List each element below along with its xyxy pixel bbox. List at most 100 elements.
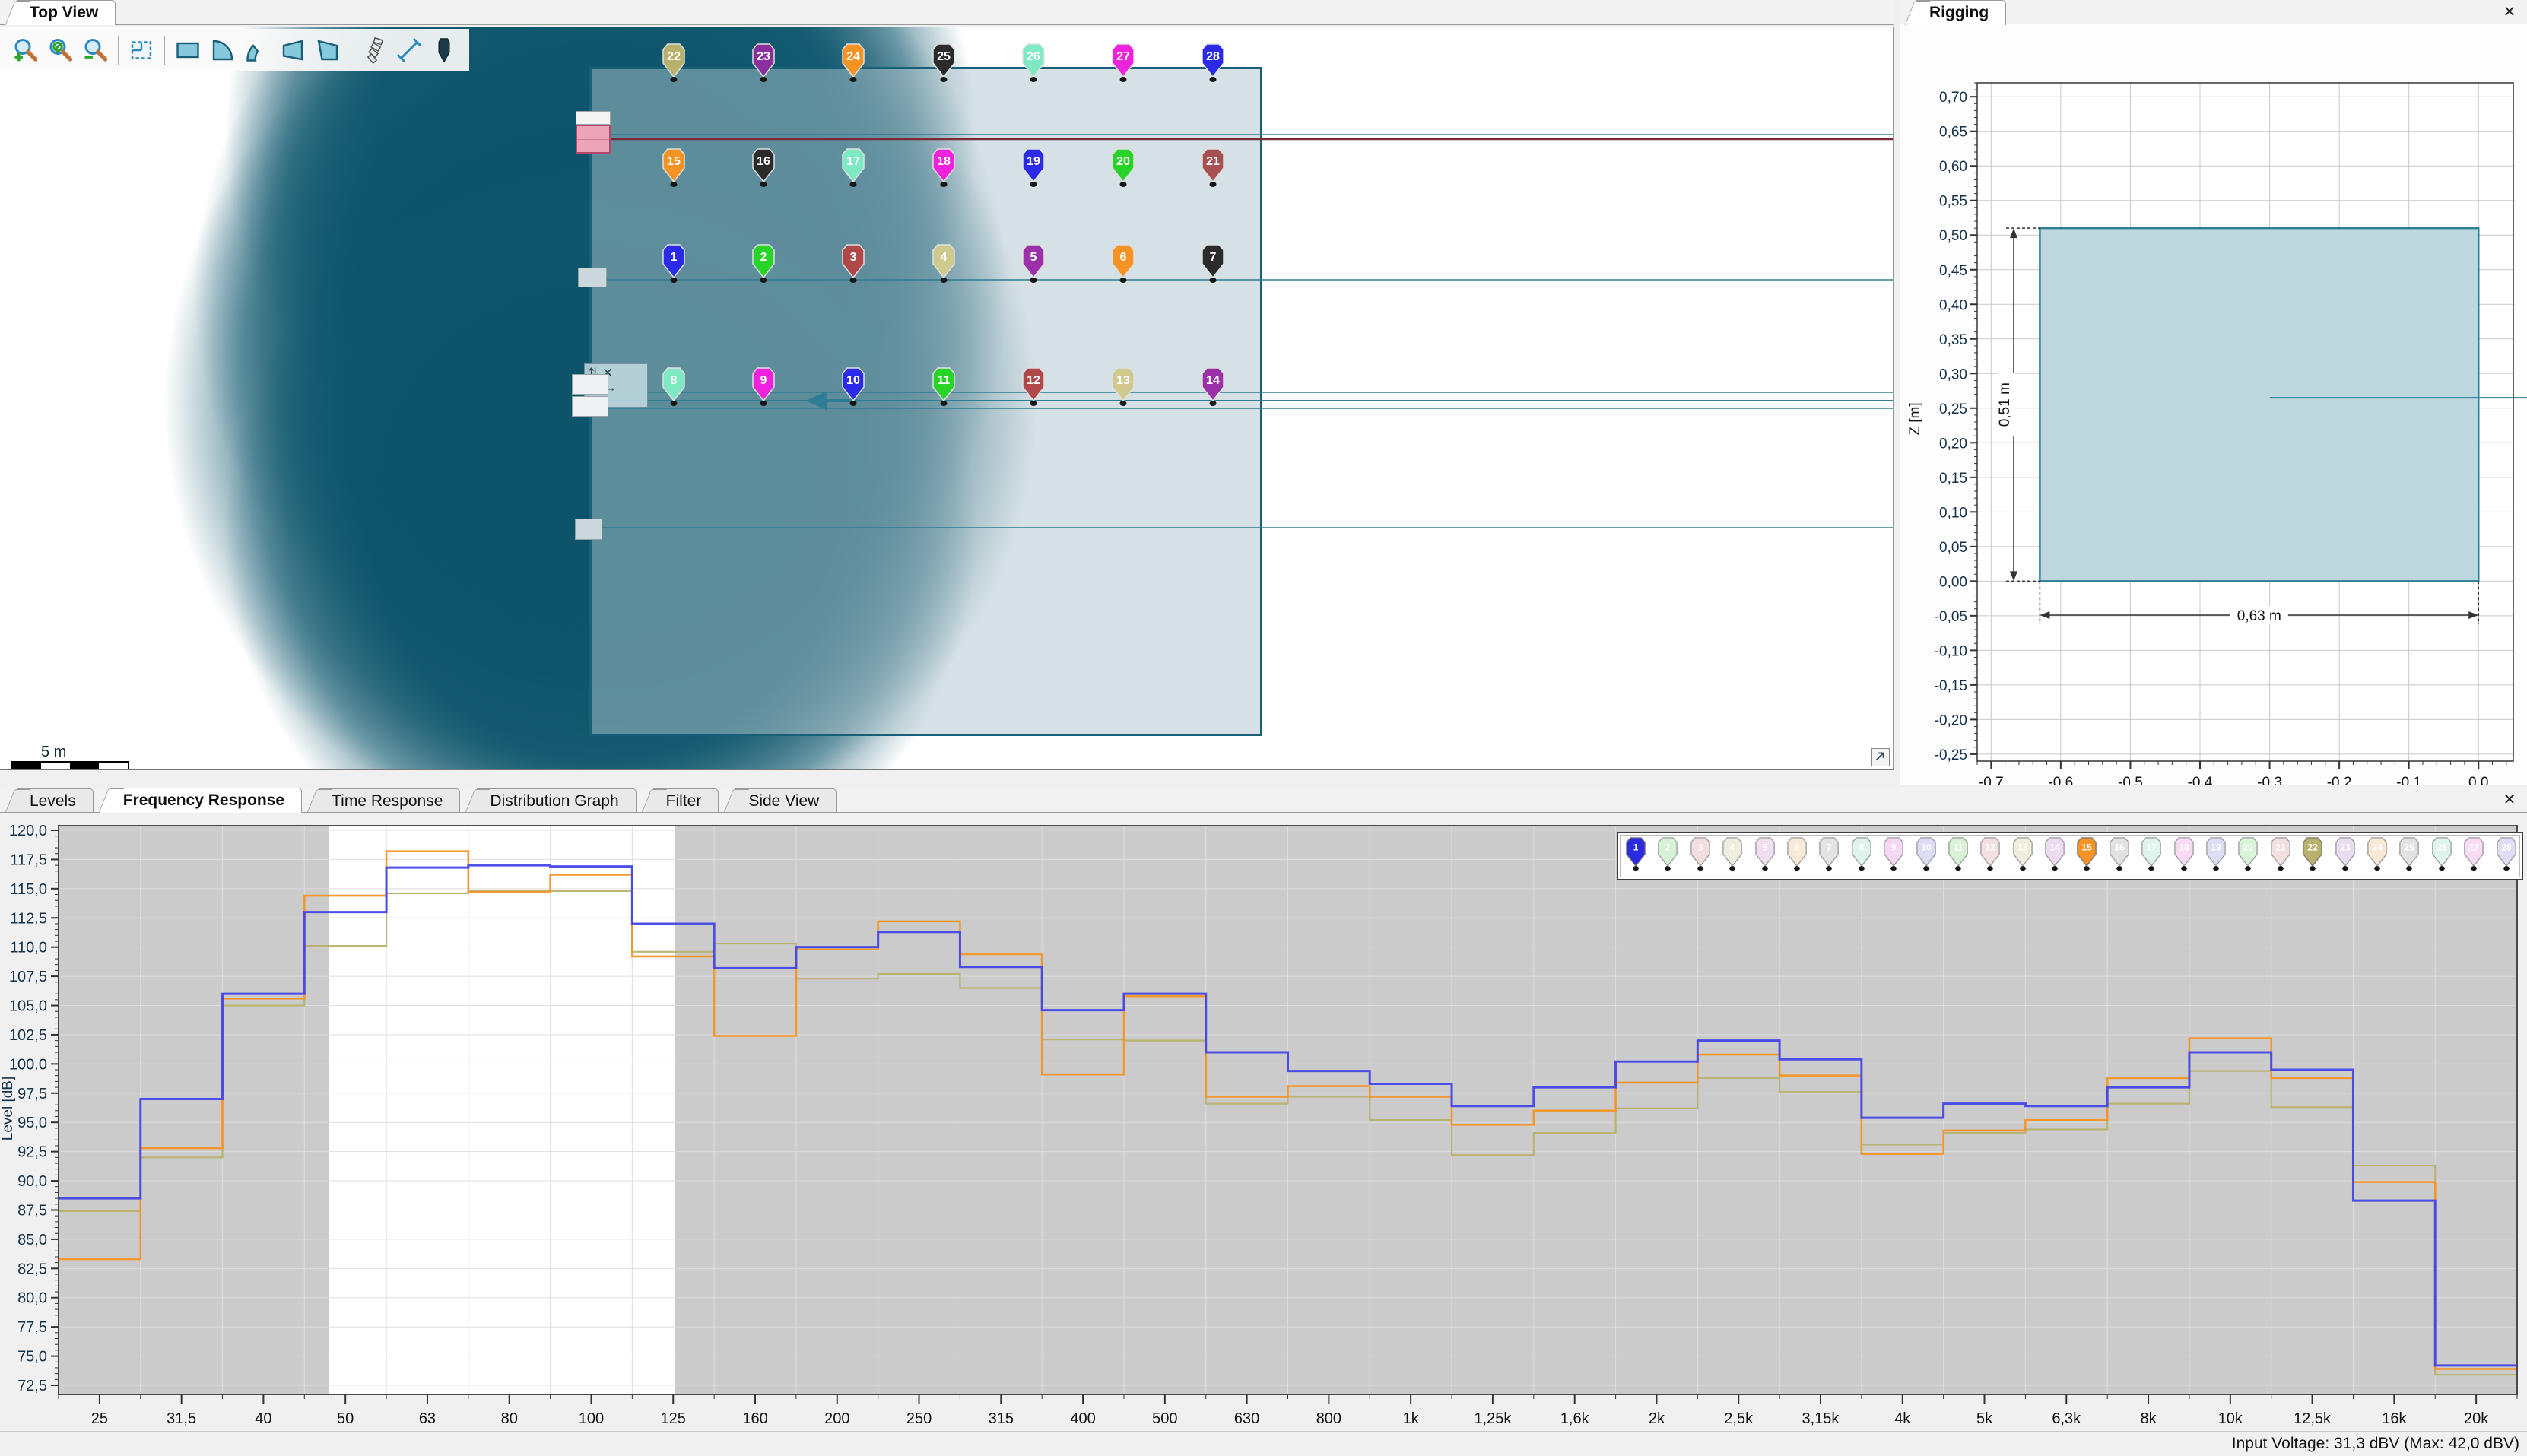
- source-box[interactable]: [578, 268, 607, 287]
- tab-top-view[interactable]: Top View: [17, 0, 116, 25]
- svg-text:9: 9: [1891, 842, 1897, 852]
- svg-text:28: 28: [1206, 50, 1220, 63]
- mic-marker-10[interactable]: 10: [842, 367, 865, 411]
- legend-pin-10[interactable]: 10: [1916, 837, 1936, 875]
- svg-text:112,5: 112,5: [10, 910, 47, 927]
- source-stack[interactable]: [572, 374, 608, 395]
- svg-text:21: 21: [1206, 155, 1220, 168]
- mic-marker-1[interactable]: 1: [662, 244, 685, 287]
- legend-pin-28[interactable]: 28: [2497, 837, 2516, 875]
- legend-pin-20[interactable]: 20: [2238, 837, 2258, 875]
- legend-pin-17[interactable]: 17: [2141, 837, 2161, 875]
- mic-marker-12[interactable]: 12: [1022, 367, 1045, 411]
- mic-marker-22[interactable]: 22: [662, 43, 685, 87]
- mic-legend[interactable]: 1234567891011121314151617181920212223242…: [1617, 832, 2523, 880]
- legend-pin-11[interactable]: 11: [1948, 837, 1968, 875]
- mic-marker-21[interactable]: 21: [1202, 148, 1224, 192]
- mic-marker-5[interactable]: 5: [1022, 244, 1045, 287]
- legend-pin-18[interactable]: 18: [2174, 837, 2194, 875]
- top-view-canvas[interactable]: ⇅ ✕ ▭ → 22232425262728151617181920211234…: [0, 27, 1894, 770]
- mic-marker-19[interactable]: 19: [1022, 148, 1045, 192]
- tab-levels[interactable]: Levels: [17, 788, 94, 812]
- legend-pin-16[interactable]: 16: [2110, 837, 2129, 875]
- svg-text:-0,05: -0,05: [1935, 609, 1967, 625]
- svg-text:4k: 4k: [1894, 1410, 1911, 1426]
- svg-text:31,5: 31,5: [167, 1410, 196, 1426]
- legend-pin-15[interactable]: 15: [2077, 837, 2097, 875]
- legend-pin-5[interactable]: 5: [1755, 837, 1775, 875]
- tab-side-view[interactable]: Side View: [735, 788, 837, 812]
- legend-pin-23[interactable]: 23: [2335, 837, 2355, 875]
- mic-marker-20[interactable]: 20: [1112, 148, 1135, 192]
- legend-pin-26[interactable]: 26: [2432, 837, 2452, 875]
- legend-pin-27[interactable]: 27: [2464, 837, 2484, 875]
- tab-filter[interactable]: Filter: [653, 788, 719, 812]
- legend-pin-9[interactable]: 9: [1884, 837, 1903, 875]
- legend-pin-19[interactable]: 19: [2206, 837, 2226, 875]
- mic-marker-24[interactable]: 24: [842, 43, 865, 87]
- svg-text:-0,2: -0,2: [2327, 775, 2352, 785]
- mic-marker-26[interactable]: 26: [1022, 43, 1045, 87]
- mic-marker-13[interactable]: 13: [1112, 367, 1135, 411]
- mic-marker-9[interactable]: 9: [752, 367, 775, 411]
- legend-pin-21[interactable]: 21: [2271, 837, 2290, 875]
- mic-marker-27[interactable]: 27: [1112, 43, 1135, 87]
- mic-marker-6[interactable]: 6: [1112, 244, 1135, 287]
- svg-text:97,5: 97,5: [17, 1086, 47, 1102]
- mic-marker-28[interactable]: 28: [1202, 43, 1224, 87]
- svg-text:5k: 5k: [1976, 1410, 1993, 1426]
- mic-marker-3[interactable]: 3: [842, 244, 865, 287]
- legend-pin-25[interactable]: 25: [2399, 837, 2419, 875]
- source-stack[interactable]: [572, 396, 608, 417]
- source-stack-top[interactable]: [576, 111, 611, 125]
- svg-text:17: 17: [846, 155, 860, 168]
- svg-text:16: 16: [757, 155, 770, 168]
- svg-text:Z [m]: Z [m]: [1907, 402, 1923, 435]
- legend-pin-3[interactable]: 3: [1690, 837, 1710, 875]
- svg-text:0,51 m: 0,51 m: [1997, 382, 2013, 427]
- legend-pin-13[interactable]: 13: [2013, 837, 2033, 875]
- mic-marker-2[interactable]: 2: [752, 244, 775, 287]
- tab-distribution-graph[interactable]: Distribution Graph: [477, 788, 636, 812]
- legend-pin-6[interactable]: 6: [1787, 837, 1807, 875]
- status-bar: Input Voltage: 31,3 dBV (Max: 42,0 dBV): [0, 1431, 2527, 1456]
- scale-label: 5 m: [41, 744, 129, 761]
- legend-pin-12[interactable]: 12: [1980, 837, 2000, 875]
- svg-text:107,5: 107,5: [9, 969, 47, 985]
- resize-grip-icon[interactable]: [1871, 748, 1890, 766]
- tab-frequency-response[interactable]: Frequency Response: [110, 788, 302, 813]
- legend-pin-22[interactable]: 22: [2303, 837, 2322, 875]
- legend-pin-8[interactable]: 8: [1852, 837, 1871, 875]
- mic-marker-18[interactable]: 18: [932, 148, 955, 192]
- svg-text:11: 11: [1954, 842, 1964, 852]
- mic-marker-17[interactable]: 17: [842, 148, 865, 192]
- legend-pin-24[interactable]: 24: [2367, 837, 2387, 875]
- legend-pin-7[interactable]: 7: [1819, 837, 1839, 875]
- tab-time-response[interactable]: Time Response: [319, 788, 460, 812]
- tab-rigging[interactable]: Rigging: [1916, 0, 2006, 25]
- legend-pin-1[interactable]: 1: [1626, 837, 1646, 875]
- rigging-tabbar: Rigging ✕: [1900, 0, 2527, 25]
- svg-text:1: 1: [671, 251, 678, 264]
- mic-marker-7[interactable]: 7: [1202, 244, 1224, 287]
- mic-marker-15[interactable]: 15: [662, 148, 685, 192]
- mic-marker-14[interactable]: 14: [1202, 367, 1224, 411]
- svg-text:19: 19: [2211, 842, 2221, 852]
- mic-marker-4[interactable]: 4: [932, 244, 955, 287]
- mic-marker-16[interactable]: 16: [752, 148, 775, 192]
- svg-text:8: 8: [671, 374, 678, 387]
- legend-pin-14[interactable]: 14: [2045, 837, 2065, 875]
- mic-marker-8[interactable]: 8: [662, 367, 685, 411]
- mic-marker-25[interactable]: 25: [932, 43, 955, 87]
- legend-pin-4[interactable]: 4: [1722, 837, 1742, 875]
- tab-rigging-label: Rigging: [1929, 4, 1989, 21]
- legend-pin-2[interactable]: 2: [1658, 837, 1678, 875]
- close-icon[interactable]: ✕: [2500, 3, 2519, 21]
- mic-marker-23[interactable]: 23: [752, 43, 775, 87]
- svg-text:0,25: 0,25: [1939, 401, 1967, 417]
- close-icon[interactable]: ✕: [2500, 791, 2519, 809]
- source-box[interactable]: [575, 519, 602, 540]
- svg-text:5: 5: [1030, 251, 1037, 264]
- source-selected-pink[interactable]: [576, 125, 611, 154]
- mic-marker-11[interactable]: 11: [932, 367, 955, 411]
